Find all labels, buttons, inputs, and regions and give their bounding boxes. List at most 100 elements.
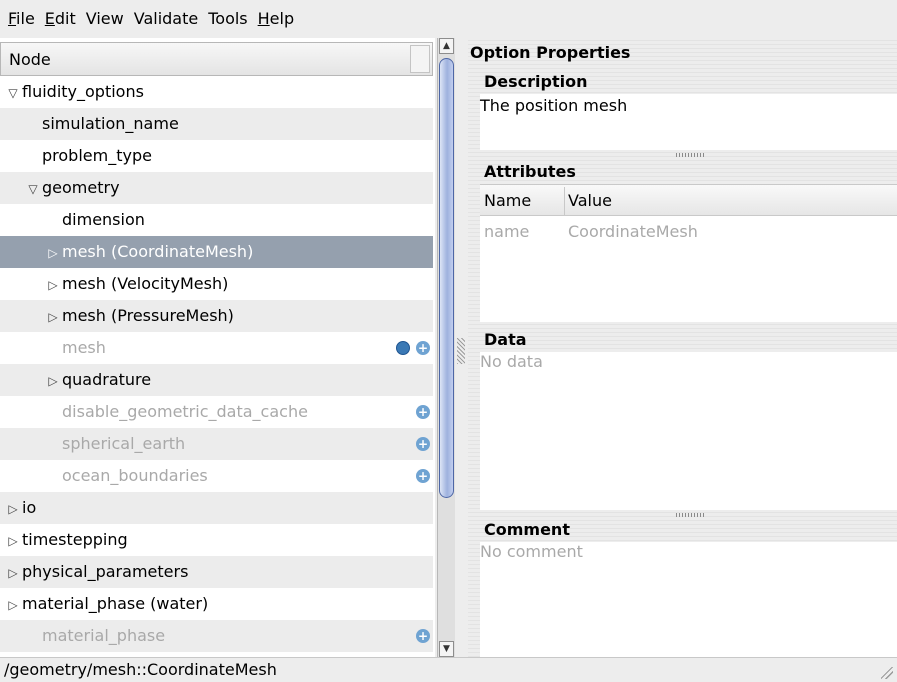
tree-row-label: timestepping	[22, 530, 128, 549]
add-node-icon[interactable]: +	[416, 629, 430, 643]
data-text: No data	[480, 352, 543, 371]
expander-closed-icon[interactable]: ▷	[4, 493, 22, 525]
description-title: Description	[484, 72, 588, 91]
attributes-table: name CoordinateMesh	[480, 216, 897, 322]
tree-row[interactable]: ocean_boundaries +	[0, 460, 433, 492]
expander-open-icon[interactable]: ▽	[24, 173, 42, 205]
menu-item-2[interactable]: View	[82, 0, 130, 38]
tree-row[interactable]: ▽ fluidity_options	[0, 76, 433, 108]
tree-row[interactable]: spherical_earth +	[0, 428, 433, 460]
splitter-grip-icon	[457, 338, 465, 364]
data-box[interactable]: No data	[480, 352, 897, 510]
tree-row[interactable]: dimension	[0, 204, 433, 236]
menu-item-5[interactable]: Help	[254, 0, 300, 38]
expander-closed-icon[interactable]: ▷	[4, 557, 22, 589]
menu-label-part: Tools	[208, 9, 248, 28]
comment-box[interactable]: No comment	[480, 542, 897, 657]
menu-label-part: E	[44, 9, 55, 28]
menu-label-part: View	[85, 9, 124, 28]
tree-row-label: mesh (CoordinateMesh)	[62, 242, 254, 261]
menu-label-part: elp	[269, 9, 295, 28]
tree-row-label: geometry	[42, 178, 120, 197]
tree-row[interactable]: material_phase +	[0, 620, 433, 652]
menu-item-1[interactable]: Edit	[41, 0, 82, 38]
tree-row[interactable]: ▷ io	[0, 492, 433, 524]
comment-text: No comment	[480, 542, 583, 561]
attr-col-name[interactable]: Name	[484, 191, 531, 210]
tree-row-label: ocean_boundaries	[62, 466, 208, 485]
tree-row[interactable]: disable_geometric_data_cache +	[0, 396, 433, 428]
tree-row-label: spherical_earth	[62, 434, 186, 453]
attr-col-value[interactable]: Value	[568, 191, 612, 210]
menu-label-part: dit	[54, 9, 76, 28]
expander-open-icon[interactable]: ▽	[4, 77, 22, 109]
tree-row-label: mesh (VelocityMesh)	[62, 274, 229, 293]
data-splitter-icon[interactable]	[676, 513, 706, 517]
tree-row-label: problem_type	[42, 146, 152, 165]
expander-closed-icon[interactable]: ▷	[44, 269, 62, 301]
tree-row-label: disable_geometric_data_cache	[62, 402, 308, 421]
tree-row-label: quadrature	[62, 370, 152, 389]
attributes-header: Name Value	[480, 184, 897, 216]
scroll-up-icon[interactable]: ▲	[439, 38, 454, 54]
add-node-icon[interactable]: +	[416, 341, 430, 355]
tree-column-title: Node	[9, 50, 51, 69]
menu-item-0[interactable]: File	[0, 0, 41, 38]
attr-name: name	[484, 222, 530, 241]
add-node-icon[interactable]: +	[416, 469, 430, 483]
tree-row[interactable]: problem_type	[0, 140, 433, 172]
tree-column-header[interactable]: Node	[0, 42, 433, 76]
info-node-icon[interactable]	[396, 341, 410, 355]
option-properties-pane: Option Properties Description The positi…	[468, 38, 897, 657]
tree-row[interactable]: mesh +	[0, 332, 433, 364]
option-properties-title: Option Properties	[470, 43, 631, 62]
tree-row-label: io	[22, 498, 37, 517]
data-title: Data	[484, 330, 527, 349]
tree-column-extra[interactable]	[410, 45, 430, 73]
tree-row-label: simulation_name	[42, 114, 179, 133]
tree-row[interactable]: ▷ mesh (VelocityMesh)	[0, 268, 433, 300]
menu-label-part: Validate	[133, 9, 199, 28]
add-node-icon[interactable]: +	[416, 437, 430, 451]
pane-splitter[interactable]	[455, 38, 468, 657]
expander-closed-icon[interactable]: ▷	[44, 301, 62, 333]
tree-rows: ▽ fluidity_options simulation_name problem_…	[0, 76, 433, 657]
expander-closed-icon[interactable]: ▷	[44, 365, 62, 397]
expander-closed-icon[interactable]: ▷	[4, 589, 22, 621]
expander-closed-icon[interactable]: ▷	[4, 525, 22, 557]
menu-label-part: H	[257, 9, 270, 28]
status-path: /geometry/mesh::CoordinateMesh	[4, 660, 277, 679]
tree-row[interactable]: ▷ mesh (PressureMesh)	[0, 300, 433, 332]
menu-item-3[interactable]: Validate	[130, 0, 204, 38]
tree-row-label: physical_parameters	[22, 562, 189, 581]
tree-row-label: material_phase (water)	[22, 594, 209, 613]
scroll-thumb[interactable]	[439, 58, 454, 498]
description-text: The position mesh	[480, 96, 628, 115]
scroll-down-icon[interactable]: ▼	[439, 641, 454, 657]
description-box[interactable]: The position mesh	[480, 94, 897, 150]
tree-row[interactable]: ▷ physical_parameters	[0, 556, 433, 588]
description-splitter-icon[interactable]	[676, 153, 706, 157]
tree-row-label: mesh (PressureMesh)	[62, 306, 234, 325]
tree-row[interactable]: simulation_name	[0, 108, 433, 140]
tree-row-label: fluidity_options	[22, 82, 144, 101]
tree-row-label: material_phase	[42, 626, 166, 645]
tree-row-label: dimension	[62, 210, 145, 229]
attributes-title: Attributes	[484, 162, 576, 181]
resize-grip-icon[interactable]	[881, 667, 893, 679]
expander-closed-icon[interactable]: ▷	[44, 237, 62, 269]
tree-row[interactable]: ▷ mesh (CoordinateMesh)	[0, 236, 433, 268]
tree-row[interactable]: ▷ material_phase (water)	[0, 588, 433, 620]
attr-row[interactable]: name CoordinateMesh	[480, 216, 897, 248]
tree-row-label: mesh	[62, 338, 106, 357]
tree-row[interactable]: ▷ timestepping	[0, 524, 433, 556]
add-node-icon[interactable]: +	[416, 405, 430, 419]
tree-row[interactable]: ▽ geometry	[0, 172, 433, 204]
menu-bar: File Edit View Validate Tools Help	[0, 0, 897, 38]
comment-title: Comment	[484, 520, 570, 539]
attr-rows: name CoordinateMesh	[480, 216, 897, 248]
menu-item-4[interactable]: Tools	[204, 0, 253, 38]
tree-scrollbar[interactable]: ▲ ▼	[437, 38, 455, 657]
options-tree: Node ▽ fluidity_options simulation_name pro…	[0, 38, 435, 657]
tree-row[interactable]: ▷ quadrature	[0, 364, 433, 396]
